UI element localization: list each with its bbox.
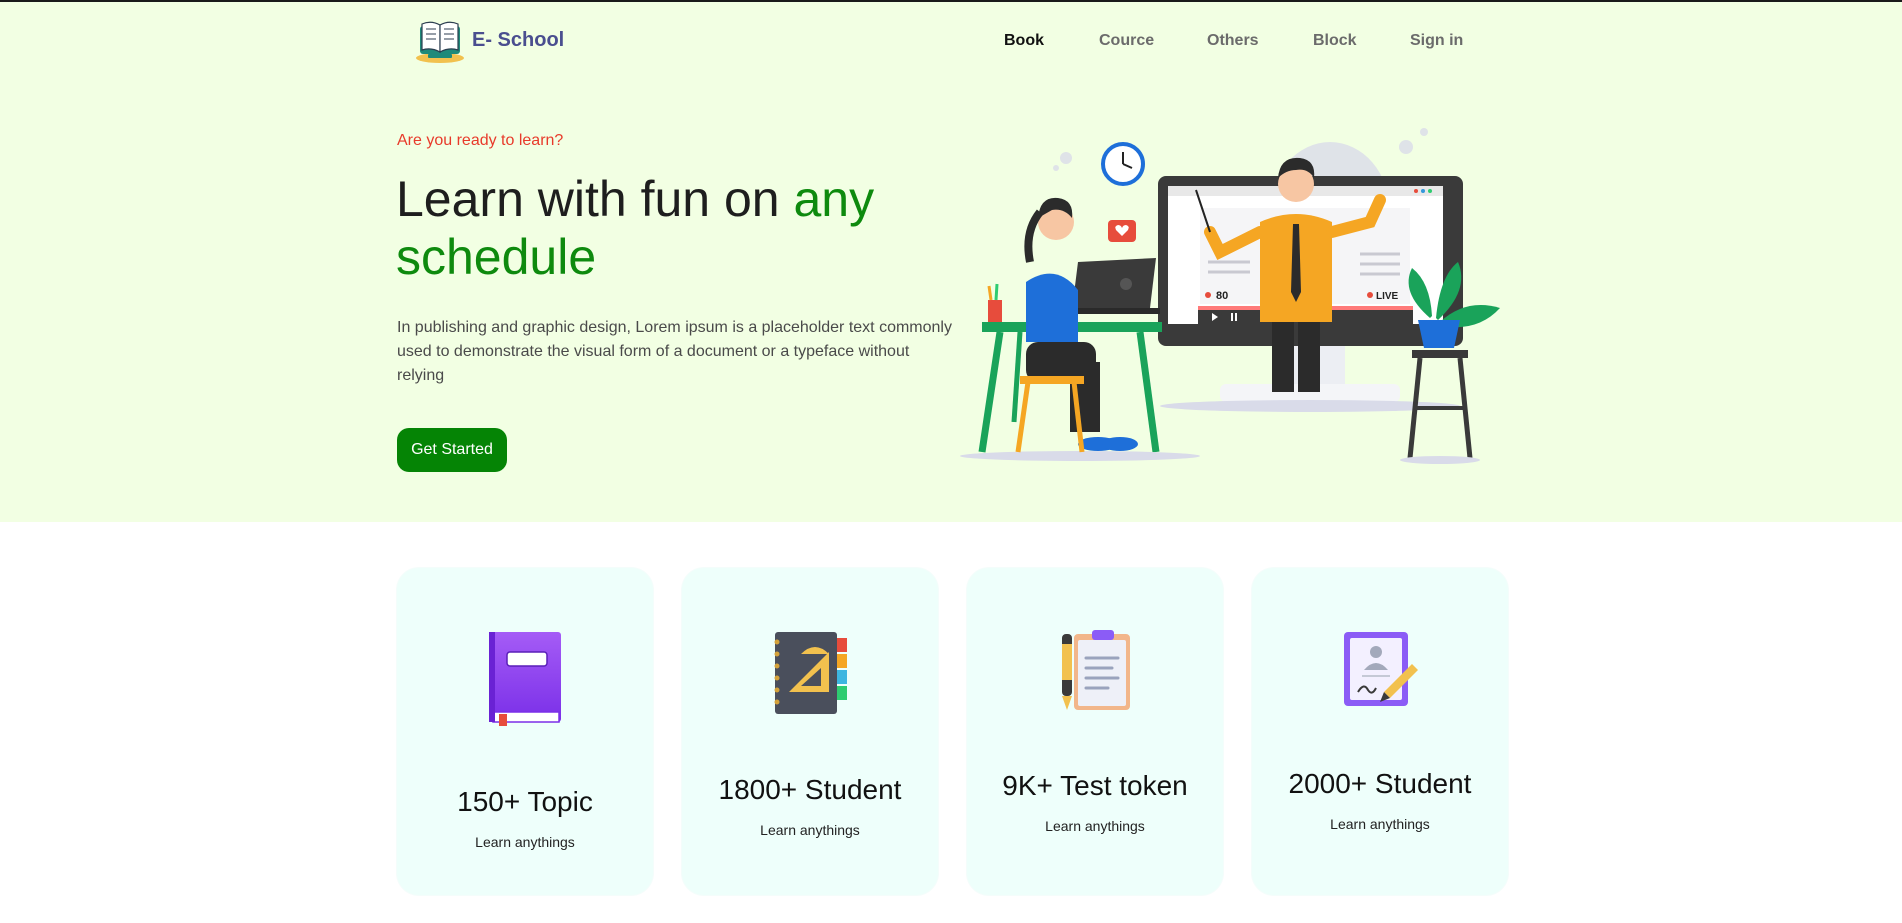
- stat-value: 150+ Topic: [457, 786, 593, 817]
- stat-caption: Learn anythings: [1045, 818, 1145, 834]
- nav-item-sign-in[interactable]: Sign in: [1410, 32, 1463, 50]
- clock-icon: [1101, 142, 1145, 186]
- nav-item-book[interactable]: Book: [1004, 32, 1044, 50]
- stat-value: 2000+ Student: [1288, 768, 1472, 799]
- stat-caption: Learn anythings: [1330, 816, 1430, 832]
- viewer-count: 80: [1216, 290, 1228, 302]
- certificate-pen-icon: [1344, 632, 1418, 706]
- nav-item-block[interactable]: Block: [1313, 32, 1357, 50]
- stat-caption: Learn anythings: [475, 834, 575, 850]
- notebook-ruler-icon: [774, 632, 847, 714]
- navbar: E- School Book Cource Others Block Sign …: [0, 2, 1902, 82]
- live-label: LIVE: [1376, 291, 1399, 302]
- stat-value: 9K+ Test token: [1002, 770, 1188, 801]
- brand-name: E- School: [472, 28, 565, 51]
- headline-accent-schedule: schedule: [396, 229, 597, 285]
- purple-book-icon: [489, 632, 561, 726]
- online-teaching-illustration: 80 LIVE: [960, 128, 1500, 464]
- brand-logo[interactable]: E- School: [412, 16, 564, 64]
- open-book-logo-icon: [416, 21, 464, 63]
- stat-card-tests: 9K+ Test token Learn anythings: [967, 568, 1223, 895]
- headline-main: Learn with fun on: [396, 171, 794, 227]
- stat-caption: Learn anythings: [760, 822, 860, 838]
- stat-value: 1800+ Student: [718, 774, 902, 805]
- hero-description: In publishing and graphic design, Lorem …: [397, 319, 952, 384]
- clipboard-pen-icon: [1062, 630, 1130, 710]
- hero-section: E- School Book Cource Others Block Sign …: [0, 2, 1902, 522]
- hero-eyebrow: Are you ready to learn?: [397, 132, 564, 149]
- get-started-button[interactable]: Get Started: [397, 428, 507, 472]
- headline-accent-any: any: [793, 171, 875, 227]
- stats-section: 150+ Topic Learn anythings 1800+ Student…: [0, 568, 1902, 898]
- stat-card-students: 1800+ Student Learn anythings: [682, 568, 938, 895]
- nav-item-cource[interactable]: Cource: [1099, 32, 1154, 50]
- hero-headline: Learn with fun on any schedule: [396, 170, 956, 286]
- stat-card-students-2: 2000+ Student Learn anythings: [1252, 568, 1508, 895]
- nav-item-others[interactable]: Others: [1207, 32, 1259, 50]
- stat-card-topics: 150+ Topic Learn anythings: [397, 568, 653, 895]
